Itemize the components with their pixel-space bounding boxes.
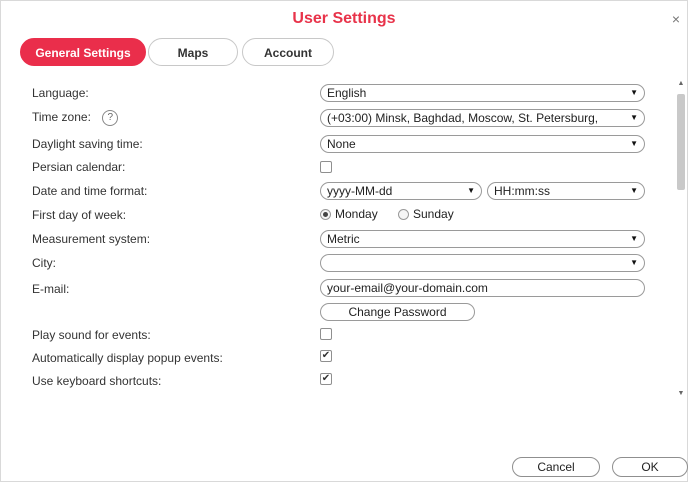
language-label: Language: xyxy=(32,86,89,100)
chevron-down-icon: ▼ xyxy=(467,186,475,195)
radio-monday[interactable]: Monday xyxy=(320,207,378,221)
scrollbar-thumb[interactable] xyxy=(677,94,685,190)
auto-popup-label: Automatically display popup events: xyxy=(32,351,223,365)
time-zone-label-row: Time zone: ? xyxy=(32,110,119,126)
change-password-button[interactable]: Change Password xyxy=(320,303,475,321)
radio-selected-icon xyxy=(320,209,331,221)
keyboard-shortcuts-checkbox[interactable]: ✔ xyxy=(320,373,332,385)
keyboard-shortcuts-label: Use keyboard shortcuts: xyxy=(32,374,162,388)
chevron-down-icon: ▼ xyxy=(630,88,638,97)
tab-maps[interactable]: Maps xyxy=(148,38,238,66)
time-format-value: HH:mm:ss xyxy=(494,184,550,198)
time-zone-label: Time zone: xyxy=(32,110,91,125)
email-field[interactable]: your-email@your-domain.com xyxy=(320,279,645,297)
persian-calendar-label: Persian calendar: xyxy=(32,160,126,174)
city-label: City: xyxy=(32,256,56,270)
city-select[interactable]: ▼ xyxy=(320,254,645,272)
first-day-label: First day of week: xyxy=(32,208,127,222)
scroll-up-icon[interactable]: ▲ xyxy=(676,80,686,88)
daylight-label: Daylight saving time: xyxy=(32,137,143,151)
auto-popup-checkbox[interactable]: ✔ xyxy=(320,350,332,362)
ok-button[interactable]: OK xyxy=(612,457,688,477)
radio-sunday-label: Sunday xyxy=(413,207,454,221)
measurement-label: Measurement system: xyxy=(32,232,151,246)
daylight-value: None xyxy=(327,137,356,151)
language-select[interactable]: English ▼ xyxy=(320,84,645,102)
check-icon: ✔ xyxy=(321,373,331,384)
scroll-down-icon[interactable]: ▼ xyxy=(676,390,686,398)
time-zone-select[interactable]: (+03:00) Minsk, Baghdad, Moscow, St. Pet… xyxy=(320,109,645,127)
play-sound-checkbox[interactable] xyxy=(320,328,332,340)
chevron-down-icon: ▼ xyxy=(630,139,638,148)
date-format-value: yyyy-MM-dd xyxy=(327,184,393,198)
dialog-title: User Settings xyxy=(292,10,396,27)
chevron-down-icon: ▼ xyxy=(630,186,638,195)
time-format-select[interactable]: HH:mm:ss ▼ xyxy=(487,182,645,200)
measurement-value: Metric xyxy=(327,232,360,246)
persian-calendar-checkbox[interactable] xyxy=(320,161,332,173)
chevron-down-icon: ▼ xyxy=(630,113,638,122)
check-icon: ✔ xyxy=(321,350,331,361)
vertical-scrollbar[interactable]: ▲ ▼ xyxy=(676,80,686,398)
daylight-select[interactable]: None ▼ xyxy=(320,135,645,153)
radio-monday-label: Monday xyxy=(335,207,378,221)
cancel-button[interactable]: Cancel xyxy=(512,457,600,477)
chevron-down-icon: ▼ xyxy=(630,258,638,267)
measurement-select[interactable]: Metric ▼ xyxy=(320,230,645,248)
radio-sunday[interactable]: Sunday xyxy=(398,207,454,221)
close-icon[interactable]: × xyxy=(672,12,680,26)
play-sound-label: Play sound for events: xyxy=(32,328,151,342)
email-value: your-email@your-domain.com xyxy=(327,281,488,295)
time-zone-value: (+03:00) Minsk, Baghdad, Moscow, St. Pet… xyxy=(327,111,599,125)
radio-unselected-icon xyxy=(398,209,409,221)
date-time-format-label: Date and time format: xyxy=(32,184,148,198)
tab-general-settings[interactable]: General Settings xyxy=(20,38,146,66)
chevron-down-icon: ▼ xyxy=(630,234,638,243)
date-format-select[interactable]: yyyy-MM-dd ▼ xyxy=(320,182,482,200)
help-icon[interactable]: ? xyxy=(102,110,119,126)
settings-form: Language: English ▼ Time zone: ? (+03:00… xyxy=(20,80,678,398)
email-label: E-mail: xyxy=(32,282,70,296)
language-value: English xyxy=(327,86,367,100)
tab-account[interactable]: Account xyxy=(242,38,334,66)
